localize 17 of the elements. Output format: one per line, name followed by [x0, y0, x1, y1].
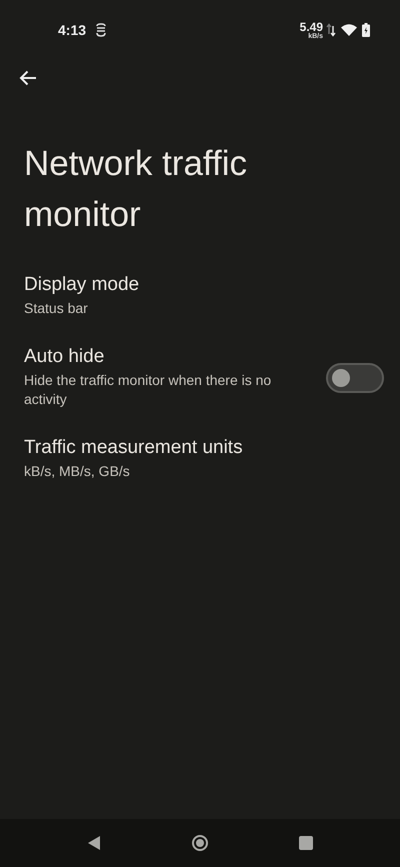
battery-icon	[362, 23, 370, 37]
back-arrow-icon[interactable]	[18, 68, 38, 88]
wifi-icon	[341, 24, 357, 36]
speed-value: 5.49	[300, 20, 323, 32]
status-time: 4:13	[58, 22, 86, 38]
setting-summary: Hide the traffic monitor when there is no activity	[24, 371, 272, 409]
setting-title[interactable]: Auto hide	[24, 346, 310, 368]
data-activity-icon	[326, 23, 336, 37]
home-icon[interactable]	[191, 834, 209, 852]
setting-title[interactable]: Traffic measurement units	[24, 437, 384, 459]
back-icon[interactable]	[87, 835, 101, 851]
toggle-switch[interactable]	[326, 362, 384, 392]
notification-icon	[96, 23, 106, 37]
setting-title[interactable]: Display mode	[24, 274, 384, 296]
setting-summary: kB/s, MB/s, GB/s	[24, 462, 131, 481]
page-title: Network traffic monitor	[24, 143, 248, 236]
setting-summary: Status bar	[24, 299, 89, 318]
